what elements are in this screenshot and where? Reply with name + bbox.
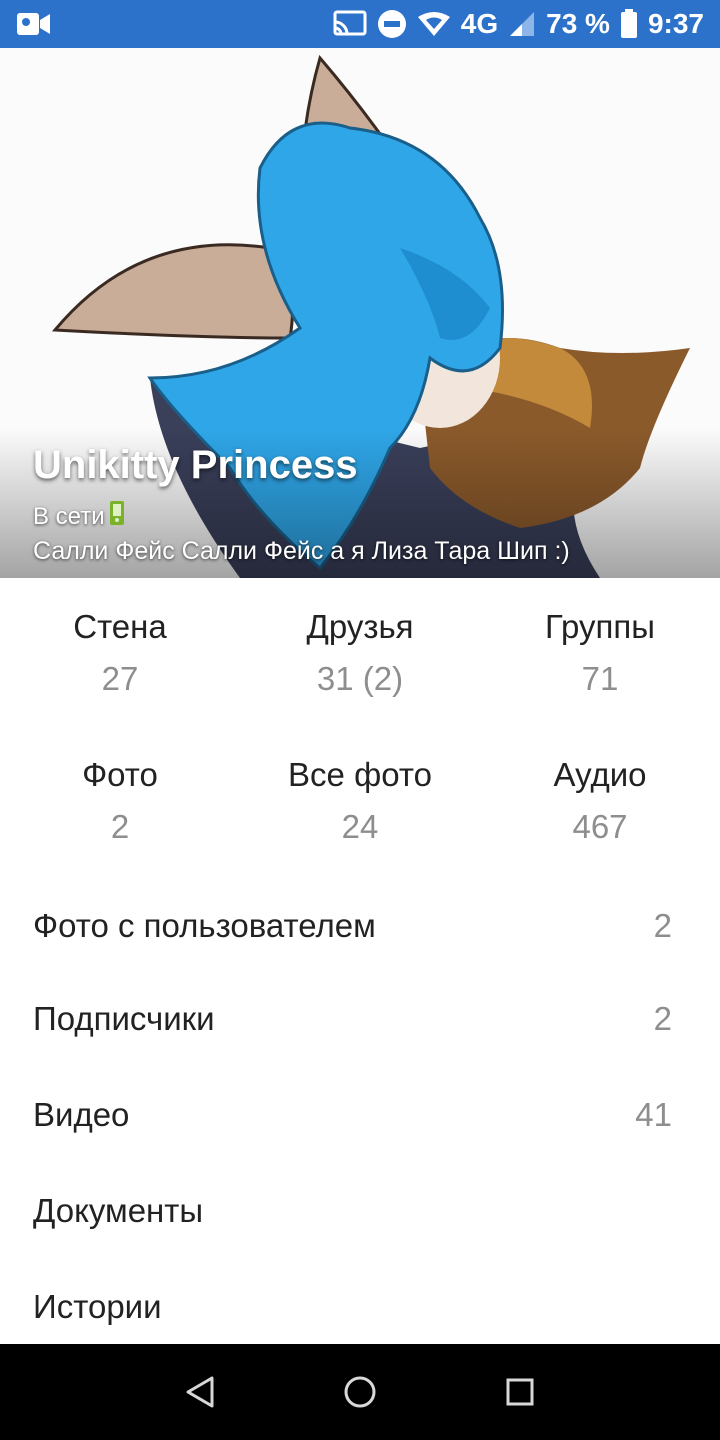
profile-status-text[interactable]: Салли Фейс Салли Фейс а я Лиза Тара Шип … [33, 537, 570, 566]
battery-icon [620, 9, 638, 39]
menu-item-photos-with-user[interactable]: Фото с пользователем 2 [0, 878, 720, 974]
clock: 9:37 [647, 8, 704, 39]
counter-wall[interactable]: Стена 27 [0, 608, 240, 698]
counter-label: Аудио [553, 756, 647, 793]
counter-value: 467 [572, 808, 628, 845]
counter-groups[interactable]: Группы 71 [480, 608, 720, 698]
video-camera-icon [16, 10, 52, 38]
home-icon [344, 1376, 376, 1408]
menu-item-label: Подписчики [33, 1000, 215, 1037]
counter-value: 27 [101, 660, 139, 697]
counter-value: 2 [110, 808, 130, 845]
network-type: 4G [460, 8, 499, 39]
counter-value: 31 (2) [316, 660, 404, 697]
online-text: В сети [33, 502, 105, 530]
menu-item-label: Документы [33, 1192, 204, 1229]
counter-label: Все фото [288, 756, 432, 793]
mobile-phone-icon [109, 500, 125, 533]
battery-percent: 73 % [546, 8, 610, 39]
menu-item-count: 41 [635, 1096, 672, 1133]
online-status: В сети [33, 500, 125, 533]
profile-counters: Стена 27 Друзья 31 (2) Группы 71 Фото 2 … [0, 578, 720, 878]
wifi-icon [417, 11, 451, 37]
menu-item-documents[interactable]: Документы [0, 1163, 720, 1259]
menu-item-label: Фото с пользователем [33, 907, 376, 944]
counter-label: Фото [82, 756, 158, 793]
status-bar: 4G 73 % 9:37 [0, 0, 720, 48]
menu-item-label: Видео [33, 1096, 130, 1133]
counter-value: 71 [581, 660, 619, 697]
back-icon [186, 1376, 214, 1408]
home-button[interactable] [330, 1362, 390, 1422]
menu-item-stories[interactable]: Истории [0, 1259, 720, 1355]
menu-item-count: 2 [653, 907, 672, 944]
counter-all-photos[interactable]: Все фото 24 [240, 756, 480, 846]
profile-header: Unikitty Princess В сети Салли Фейс Салл… [0, 48, 720, 578]
counter-label: Стена [73, 608, 167, 645]
profile-name: Unikitty Princess [33, 443, 358, 487]
back-button[interactable] [170, 1362, 230, 1422]
menu-item-videos[interactable]: Видео 41 [0, 1067, 720, 1163]
menu-item-followers[interactable]: Подписчики 2 [0, 971, 720, 1067]
counter-label: Друзья [306, 608, 414, 645]
counter-audio[interactable]: Аудио 467 [480, 756, 720, 846]
counter-friends[interactable]: Друзья 31 (2) [240, 608, 480, 698]
do-not-disturb-icon [377, 9, 407, 39]
counter-photos[interactable]: Фото 2 [0, 756, 240, 846]
recents-button[interactable] [490, 1362, 550, 1422]
navigation-bar [0, 1344, 720, 1440]
counter-value: 24 [341, 808, 379, 845]
menu-item-count: 2 [653, 1000, 672, 1037]
counter-label: Группы [545, 608, 655, 645]
signal-icon [508, 10, 536, 38]
menu-item-label: Истории [33, 1288, 162, 1325]
cast-icon [333, 10, 367, 38]
recents-icon [506, 1378, 534, 1406]
